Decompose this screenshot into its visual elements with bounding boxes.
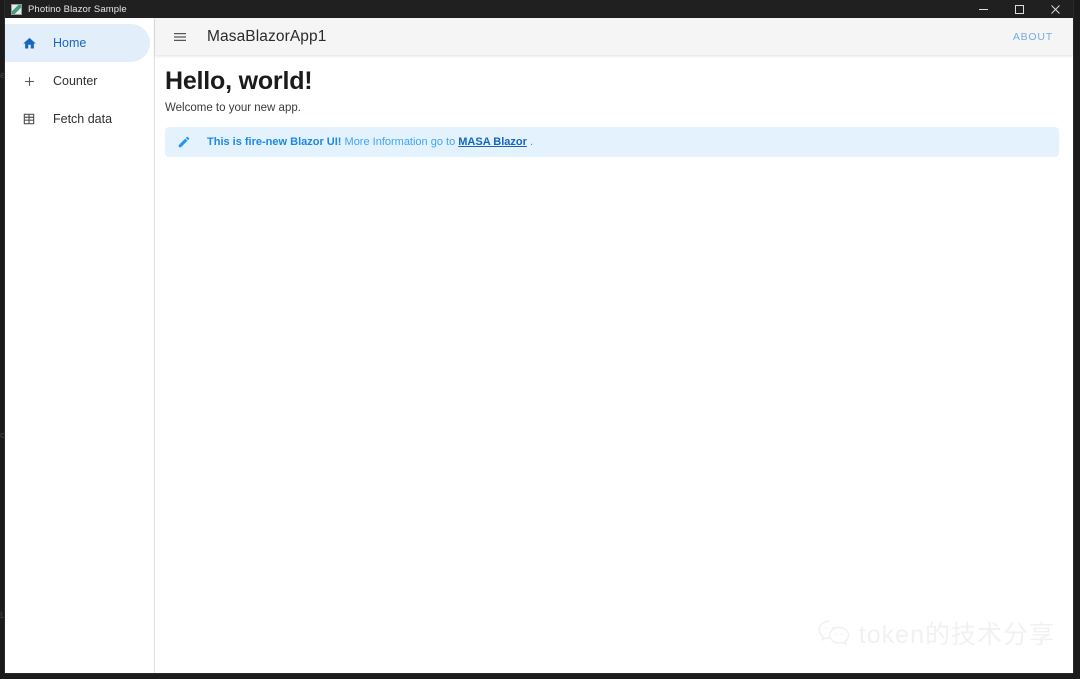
alert-message: This is fire-new Blazor UI! More Informa…: [207, 135, 533, 149]
window-controls: [965, 0, 1073, 18]
alert-strong-text: This is fire-new Blazor UI!: [207, 135, 342, 148]
home-icon: [19, 36, 39, 51]
pencil-edit-icon: [177, 135, 191, 149]
minimize-icon[interactable]: [965, 0, 1001, 18]
app-bar-title: MasaBlazorApp1: [207, 27, 327, 45]
masa-blazor-link[interactable]: MASA Blazor: [458, 136, 527, 148]
page-title: Hello, world!: [165, 67, 313, 95]
watermark-text: token的技术分享: [858, 621, 1055, 649]
sidebar-item-counter[interactable]: Counter: [5, 62, 154, 100]
window-body: Home Counter Fetch data MasaBlazorApp1 A…: [5, 18, 1073, 673]
watermark: token的技术分享: [817, 615, 1055, 651]
sidebar-item-label: Home: [53, 36, 87, 50]
about-link[interactable]: ABOUT: [1007, 27, 1059, 47]
hamburger-menu-icon[interactable]: [167, 24, 193, 50]
alert-text-before-link: More Information go to: [341, 135, 459, 148]
content-area: Hello, world! Welcome to your new app. T…: [155, 55, 1073, 673]
sidebar-item-home[interactable]: Home: [5, 24, 150, 62]
sidebar-item-fetch-data[interactable]: Fetch data: [5, 100, 154, 138]
alert-text-after-link: .: [526, 135, 534, 148]
info-alert: This is fire-new Blazor UI! More Informa…: [165, 126, 1059, 157]
app-icon: [11, 3, 22, 15]
wechat-icon: [817, 618, 851, 648]
table-grid-icon: [19, 112, 39, 126]
window-title-bar[interactable]: Photino Blazor Sample: [5, 0, 1073, 18]
page-subtitle: Welcome to your new app.: [165, 101, 301, 114]
plus-icon: [19, 74, 39, 89]
right-panel: MasaBlazorApp1 ABOUT Hello, world! Welco…: [155, 18, 1073, 673]
sidebar-item-label: Counter: [53, 74, 98, 88]
window-title: Photino Blazor Sample: [28, 3, 127, 15]
application-window: Photino Blazor Sample Home Counter Fetch…: [5, 0, 1073, 673]
close-icon[interactable]: [1037, 0, 1073, 18]
maximize-icon[interactable]: [1001, 0, 1037, 18]
sidebar-item-label: Fetch data: [53, 112, 113, 126]
sidebar-navigation: Home Counter Fetch data: [5, 18, 155, 673]
app-bar: MasaBlazorApp1 ABOUT: [155, 18, 1073, 55]
